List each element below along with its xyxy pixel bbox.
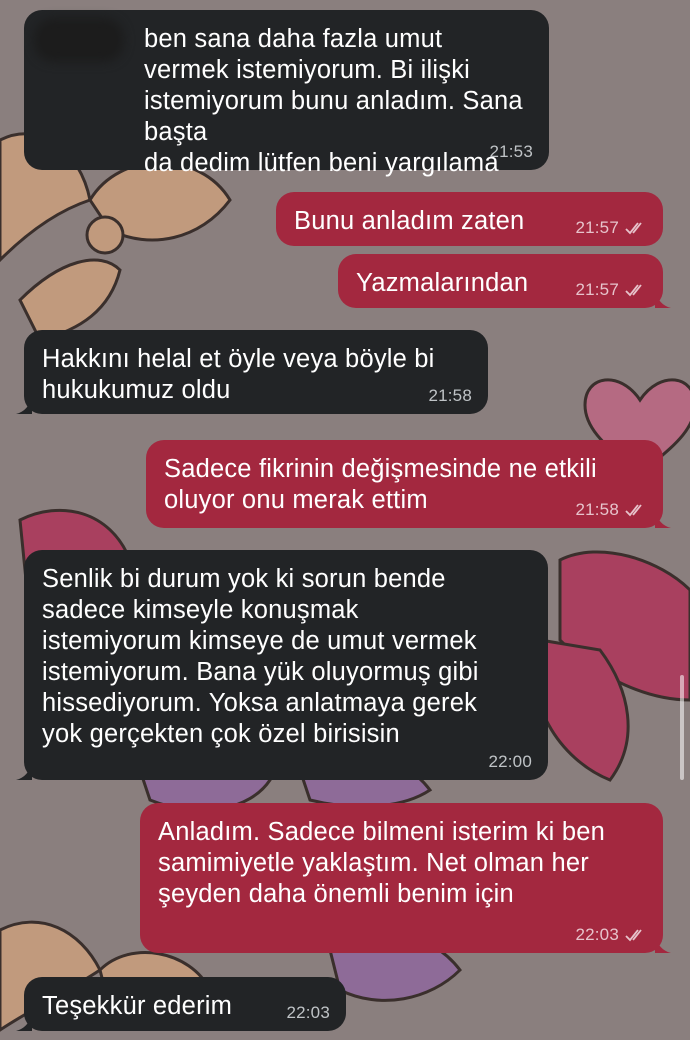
bubble-tail <box>655 935 671 953</box>
bubble-tail <box>655 510 671 528</box>
message-bubble-outgoing[interactable]: Bunu anladım zaten 21:57 <box>276 192 663 246</box>
message-meta: 21:57 <box>575 219 647 237</box>
message-time: 21:57 <box>575 218 619 237</box>
message-time: 22:03 <box>575 925 619 944</box>
message-meta: 21:58 <box>428 387 472 405</box>
message-bubble-outgoing[interactable]: Yazmalarından 21:57 <box>338 254 671 308</box>
bubble-tail <box>655 290 671 308</box>
read-receipt-icon <box>625 284 642 297</box>
read-receipt-icon <box>625 929 642 942</box>
message-bubble-incoming[interactable]: Senlik bi durum yok ki sorun bende sadec… <box>16 550 548 780</box>
message-time: 21:53 <box>489 142 533 161</box>
message-meta: 22:03 <box>286 1004 330 1022</box>
bubble-tail <box>16 762 32 780</box>
message-time: 22:00 <box>488 752 532 771</box>
read-receipt-icon <box>625 222 642 235</box>
message-meta: 21:58 <box>575 501 647 519</box>
message-time: 21:58 <box>575 500 619 519</box>
message-bubble-outgoing[interactable]: Sadece fikrinin değişmesinde ne etkili o… <box>146 440 671 528</box>
message-bubble-outgoing[interactable]: Anladım. Sadece bilmeni isterim ki ben s… <box>140 803 671 953</box>
message-text: Senlik bi durum yok ki sorun bende sadec… <box>42 565 479 748</box>
message-time: 22:03 <box>286 1003 330 1022</box>
message-meta: 21:53 <box>489 143 533 161</box>
scrollbar[interactable] <box>680 675 684 780</box>
message-text: Teşekkür ederim <box>42 992 233 1020</box>
redacted-name-blur <box>34 18 124 62</box>
bubble-tail <box>16 1013 32 1031</box>
message-text: Sadece fikrinin değişmesinde ne etkili o… <box>164 455 597 514</box>
message-time: 21:57 <box>575 280 619 299</box>
message-meta: 22:00 <box>488 753 532 771</box>
message-bubble-incoming[interactable]: Hakkını helal et öyle veya böyle bi huku… <box>16 330 488 414</box>
message-meta: 22:03 <box>575 926 647 944</box>
read-receipt-icon <box>625 504 642 517</box>
bubble-tail <box>16 396 32 414</box>
message-text: Hakkını helal et öyle veya böyle bi huku… <box>42 345 435 404</box>
message-bubble-incoming[interactable]: Teşekkür ederim 22:03 <box>16 977 346 1031</box>
message-meta: 21:57 <box>575 281 647 299</box>
message-text: Anladım. Sadece bilmeni isterim ki ben s… <box>158 818 605 908</box>
message-text: ben sana daha fazla umut vermek istemiyo… <box>144 25 523 177</box>
message-time: 21:58 <box>428 386 472 405</box>
